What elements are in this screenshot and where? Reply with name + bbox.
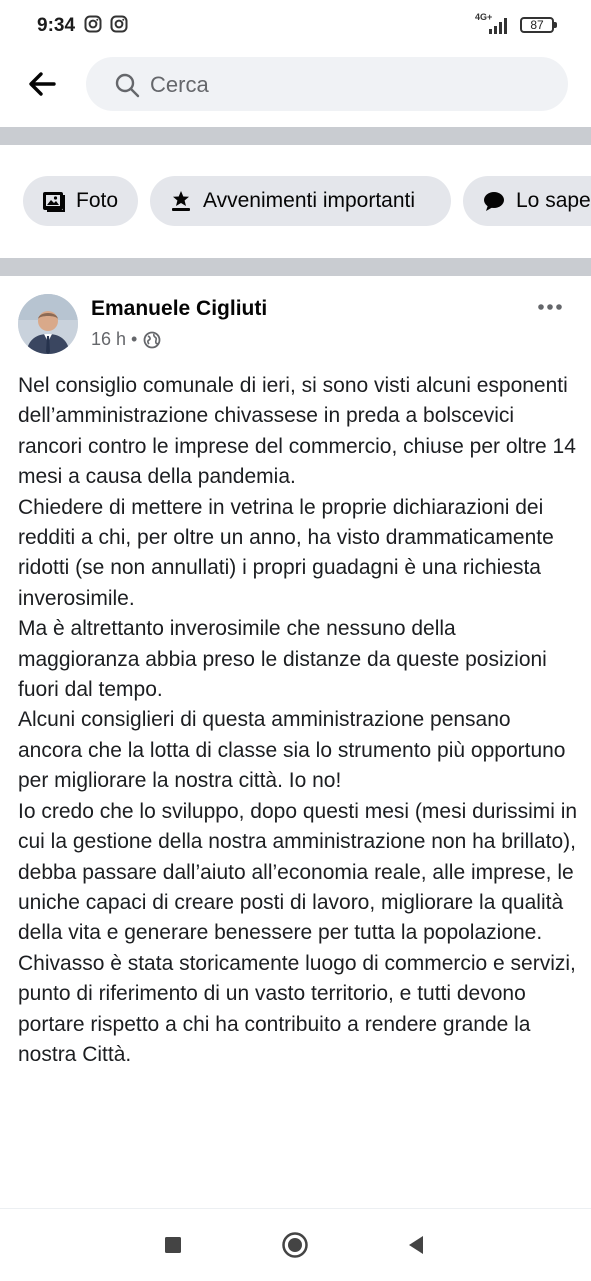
chip-life-events[interactable]: Avvenimenti importanti [150,176,451,226]
avatar-image [18,294,78,354]
home-icon[interactable] [281,1231,309,1259]
chip-photos[interactable]: Foto [23,176,138,226]
back-triangle-icon[interactable] [402,1231,430,1259]
post-text: Nel consiglio comunale di ieri, si sono … [18,371,578,1070]
status-time: 9:34 [37,15,76,36]
chip-label: Foto [76,189,119,212]
flag-icon [172,191,190,211]
system-nav-bar [0,1208,591,1281]
signal-icon [489,18,507,34]
post-paragraph: Alcuni consiglieri di questa amministraz… [18,708,566,793]
search-input[interactable]: Cerca [86,57,568,111]
instagram-icon [110,15,128,33]
status-bar: 9:34 4G+ 87 [0,0,591,52]
post-time[interactable]: 16 h [91,329,126,350]
post-paragraph: Io credo che lo sviluppo, dopo questi me… [18,799,578,945]
post-header: Emanuele Cigliuti 16 h • [0,290,591,360]
search-placeholder: Cerca [150,72,209,97]
post-author[interactable]: Emanuele Cigliuti [91,297,267,321]
top-bar: Cerca [0,52,591,122]
chip-label: Avvenimenti importanti [203,189,416,212]
more-options-icon[interactable] [536,300,564,314]
recent-apps-icon[interactable] [159,1231,187,1259]
meta-separator: • [131,329,138,349]
section-divider [0,258,591,276]
post-paragraph: Nel consiglio comunale di ieri, si sono … [18,374,576,489]
avatar[interactable] [18,294,78,354]
back-arrow-icon[interactable] [26,68,58,100]
chip-did-you-know[interactable]: Lo sape [463,176,591,226]
chip-label: Lo sape [516,189,591,212]
search-icon [115,73,140,98]
instagram-icon [84,15,102,33]
profile-chip-row: Foto Avvenimenti importanti Lo sape [0,176,591,228]
post-paragraph: Chiedere di mettere in vetrina le propri… [18,495,554,610]
battery-icon: 87 [520,17,557,33]
post-paragraph: Chivasso è stata storicamente luogo di c… [18,951,576,1066]
post-meta: 16 h • [91,329,161,350]
globe-icon [143,331,161,348]
photo-icon [43,192,65,212]
section-divider [0,127,591,145]
post-paragraph: Ma è altrettanto inverosimile che nessun… [18,617,547,702]
chat-bubble-icon [484,192,504,211]
